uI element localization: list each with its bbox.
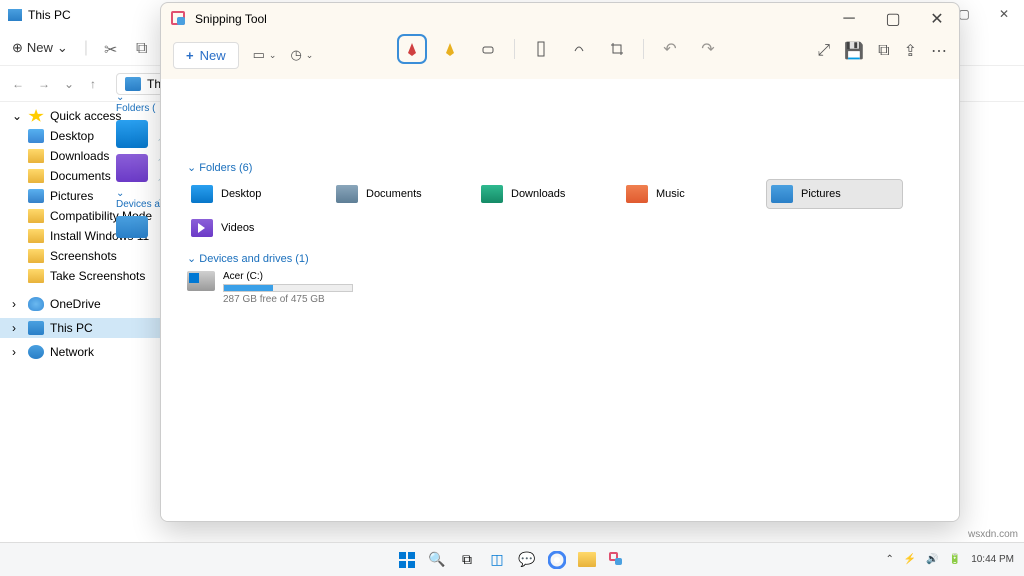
folder-icon	[28, 209, 44, 223]
star-icon	[28, 109, 44, 123]
documents-icon	[336, 185, 358, 203]
snip-canvas: ⌄ Folders (6) Desktop Documents Download…	[161, 79, 959, 521]
folder-pictures[interactable]: Pictures	[767, 180, 902, 208]
up-button[interactable]: ↑	[90, 77, 106, 91]
redo-button[interactable]: ↷	[696, 37, 720, 61]
new-button[interactable]: ⊕ New ⌄	[12, 40, 68, 56]
ballpoint-pen-tool[interactable]	[400, 37, 424, 61]
peek-tile[interactable]	[116, 120, 148, 148]
thispc-icon	[28, 321, 44, 335]
volume-icon[interactable]: 🔊	[926, 554, 938, 565]
more-button[interactable]: ⋯	[931, 41, 947, 61]
sidebar-item-screenshots[interactable]: Screenshots	[0, 246, 180, 266]
maximize-button[interactable]: ▢	[871, 3, 915, 35]
sidebar-network[interactable]: ›Network	[0, 342, 180, 362]
highlighter-tool[interactable]	[438, 37, 462, 61]
snip-tool-strip: ↶ ↷	[400, 37, 720, 61]
drive-row: Acer (C:) 287 GB free of 475 GB	[187, 271, 941, 305]
downloads-icon	[481, 185, 503, 203]
share-button[interactable]: ⇪	[904, 41, 917, 61]
close-button[interactable]: ✕	[984, 0, 1024, 28]
pictures-icon	[28, 189, 44, 203]
snip-window-controls: ─ ▢ ✕	[827, 3, 959, 35]
minimize-button[interactable]: ─	[827, 3, 871, 35]
desktop-icon	[191, 185, 213, 203]
drive-name: Acer (C:)	[223, 271, 353, 282]
canvas-folders-row: Desktop Documents Downloads Music Pictur…	[187, 180, 941, 208]
pictures-icon	[771, 185, 793, 203]
canvas-folders-header[interactable]: ⌄ Folders (6)	[187, 161, 941, 174]
watermark: wsxdn.com	[968, 529, 1018, 540]
network-icon	[28, 345, 44, 359]
snipping-tool-window: Snipping Tool ─ ▢ ✕ + New ▭ ⌄ ◷ ⌄ ↶ ↷ ⤢ …	[160, 2, 960, 522]
copy-icon[interactable]: ⧉	[136, 40, 152, 56]
zoom-button[interactable]: ⤢	[817, 42, 830, 60]
taskbar-clock[interactable]: 10:44 PM	[971, 554, 1014, 565]
close-button[interactable]: ✕	[915, 3, 959, 35]
explorer-title: This PC	[28, 8, 71, 22]
ruler-tool[interactable]	[529, 37, 553, 61]
sidebar-item-take-screenshots[interactable]: Take Screenshots	[0, 266, 180, 286]
folder-desktop[interactable]: Desktop	[187, 180, 322, 208]
snip-mode-button[interactable]: ▭ ⌄	[253, 47, 277, 63]
cut-icon[interactable]: ✂	[104, 40, 120, 56]
drive-free-text: 287 GB free of 475 GB	[223, 294, 353, 305]
snipping-tool-icon	[171, 11, 187, 27]
forward-button[interactable]: →	[38, 77, 54, 91]
widgets-button[interactable]: ◫	[486, 549, 508, 571]
chrome-button[interactable]	[546, 549, 568, 571]
peek-devices-label: ⌄ Devices a	[116, 188, 160, 210]
sidebar-thispc[interactable]: ›This PC	[0, 318, 180, 338]
plus-icon: +	[186, 48, 194, 63]
drive-c[interactable]: Acer (C:) 287 GB free of 475 GB	[187, 271, 941, 305]
explorer-taskbar-button[interactable]	[576, 549, 598, 571]
peek-tile[interactable]	[116, 154, 148, 182]
undo-button[interactable]: ↶	[658, 37, 682, 61]
folder-icon	[28, 229, 44, 243]
touch-writing-tool[interactable]	[567, 37, 591, 61]
search-button[interactable]: 🔍	[426, 549, 448, 571]
save-button[interactable]: 💾	[844, 41, 864, 61]
folder-icon	[28, 269, 44, 283]
peek-folders-label: ⌄ Folders (	[116, 92, 160, 114]
folder-icon	[28, 249, 44, 263]
wifi-icon[interactable]: ⚡	[904, 554, 916, 565]
delay-button[interactable]: ◷ ⌄	[290, 47, 313, 63]
tray-chevron-icon[interactable]: ⌃	[885, 554, 893, 565]
folder-icon	[28, 169, 44, 183]
videos-icon	[191, 219, 213, 237]
thispc-icon	[125, 77, 141, 91]
snip-title-text: Snipping Tool	[195, 12, 267, 26]
drive-usage-bar	[223, 284, 353, 292]
folder-icon	[28, 149, 44, 163]
snip-right-actions: ⤢ 💾 ⧉ ⇪ ⋯	[817, 41, 947, 61]
onedrive-icon	[28, 297, 44, 311]
chat-button[interactable]: 💬	[516, 549, 538, 571]
copy-button[interactable]: ⧉	[878, 42, 889, 60]
canvas-devices-header[interactable]: ⌄ Devices and drives (1)	[187, 252, 941, 265]
taskbar-center: 🔍 ⧉ ◫ 💬	[396, 549, 628, 571]
music-icon	[626, 185, 648, 203]
crop-tool[interactable]	[605, 37, 629, 61]
taskbar: 🔍 ⧉ ◫ 💬 ⌃ ⚡ 🔊 🔋 10:44 PM	[0, 542, 1024, 576]
recent-button[interactable]: ⌄	[64, 77, 80, 91]
back-button[interactable]: ←	[12, 77, 28, 91]
sidebar-onedrive[interactable]: ›OneDrive	[0, 294, 180, 314]
folder-videos[interactable]: Videos	[187, 214, 322, 242]
start-button[interactable]	[396, 549, 418, 571]
drive-icon	[187, 271, 215, 291]
thispc-icon	[8, 9, 22, 21]
battery-icon[interactable]: 🔋	[949, 554, 961, 565]
folder-documents[interactable]: Documents	[332, 180, 467, 208]
task-view-button[interactable]: ⧉	[456, 549, 478, 571]
peek-tile[interactable]	[116, 216, 148, 238]
snipping-tool-taskbar-button[interactable]	[606, 549, 628, 571]
desktop-icon	[28, 129, 44, 143]
folder-downloads[interactable]: Downloads	[477, 180, 612, 208]
explorer-folder-peek: ⌄ Folders ( ⌄ Devices a	[116, 92, 160, 238]
taskbar-tray: ⌃ ⚡ 🔊 🔋 10:44 PM	[885, 554, 1014, 565]
folder-music[interactable]: Music	[622, 180, 757, 208]
eraser-tool[interactable]	[476, 37, 500, 61]
new-snip-button[interactable]: + New	[173, 42, 239, 69]
